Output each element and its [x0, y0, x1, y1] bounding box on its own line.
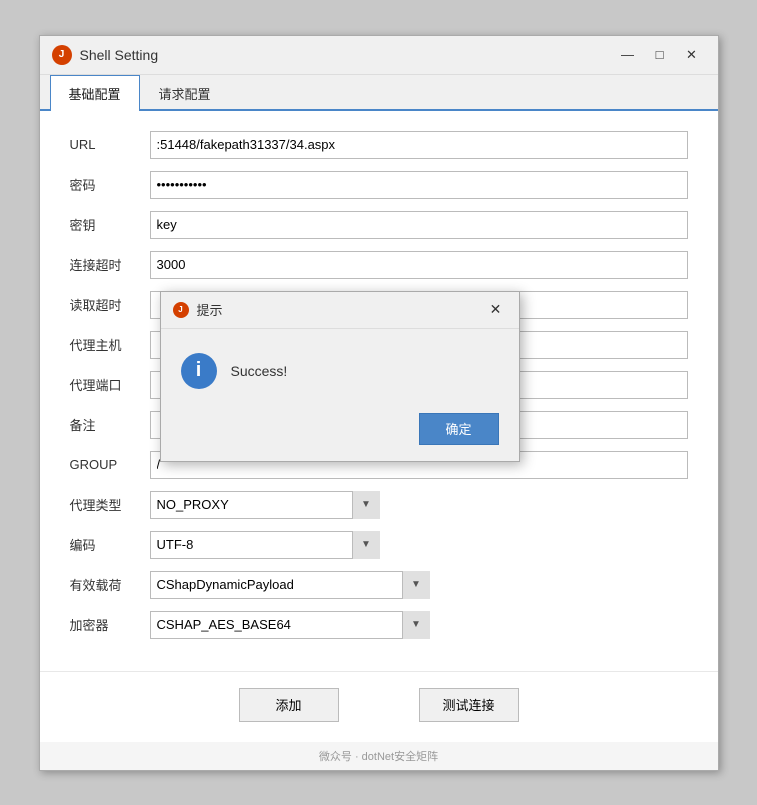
- dialog-close-button[interactable]: ✕: [485, 299, 507, 321]
- tabs-bar: 基础配置 请求配置: [40, 75, 718, 111]
- key-input[interactable]: [150, 211, 688, 239]
- payload-row: 有效载荷 CShapDynamicPayload JavaDynamicPayl…: [70, 571, 688, 599]
- connect-timeout-row: 连接超时: [70, 251, 688, 279]
- minimize-button[interactable]: —: [614, 44, 642, 66]
- add-button[interactable]: 添加: [239, 688, 339, 722]
- proxy-type-row: 代理类型 NO_PROXY HTTP SOCKS5 ▼: [70, 491, 688, 519]
- tab-request-config[interactable]: 请求配置: [140, 75, 230, 111]
- window-title: Shell Setting: [80, 47, 159, 63]
- encoder-row: 加密器 CSHAP_AES_BASE64 RAW ▼: [70, 611, 688, 639]
- payload-select-wrapper: CShapDynamicPayload JavaDynamicPayload ▼: [150, 571, 430, 599]
- dialog-titlebar: J 提示 ✕: [161, 292, 519, 329]
- encoding-select[interactable]: UTF-8 GBK ASCII: [150, 531, 380, 559]
- title-bar-controls: — □ ✕: [614, 44, 706, 66]
- watermark: 微众号 · dotNet安全矩阵: [40, 742, 718, 770]
- info-icon: i: [181, 353, 217, 389]
- url-row: URL: [70, 131, 688, 159]
- test-connection-button[interactable]: 测试连接: [419, 688, 519, 722]
- key-label: 密钥: [70, 215, 150, 234]
- java-icon: J: [52, 45, 72, 65]
- success-dialog: J 提示 ✕ i Success! 确定: [160, 291, 520, 462]
- connect-timeout-input[interactable]: [150, 251, 688, 279]
- dialog-overlay: J 提示 ✕ i Success! 确定: [160, 291, 520, 462]
- payload-select[interactable]: CShapDynamicPayload JavaDynamicPayload: [150, 571, 430, 599]
- connect-timeout-label: 连接超时: [70, 255, 150, 274]
- encoder-select[interactable]: CSHAP_AES_BASE64 RAW: [150, 611, 430, 639]
- proxy-host-label: 代理主机: [70, 335, 150, 354]
- dialog-java-icon: J: [173, 302, 189, 318]
- title-bar: J Shell Setting — □ ✕: [40, 36, 718, 75]
- password-row: 密码: [70, 171, 688, 199]
- bottom-buttons: 添加 测试连接: [40, 671, 718, 742]
- proxy-type-select-wrapper: NO_PROXY HTTP SOCKS5 ▼: [150, 491, 380, 519]
- main-window: J Shell Setting — □ ✕ 基础配置 请求配置 URL 密码: [39, 35, 719, 771]
- remark-label: 备注: [70, 415, 150, 434]
- close-button[interactable]: ✕: [678, 44, 706, 66]
- dialog-title: 提示: [197, 300, 223, 319]
- encoding-row: 编码 UTF-8 GBK ASCII ▼: [70, 531, 688, 559]
- password-input[interactable]: [150, 171, 688, 199]
- url-label: URL: [70, 137, 150, 152]
- proxy-type-label: 代理类型: [70, 495, 150, 514]
- group-label: GROUP: [70, 457, 150, 472]
- window-body: URL 密码 密钥 连接超时 读取超时: [40, 111, 718, 742]
- maximize-button[interactable]: □: [646, 44, 674, 66]
- payload-label: 有效载荷: [70, 575, 150, 594]
- encoder-select-wrapper: CSHAP_AES_BASE64 RAW ▼: [150, 611, 430, 639]
- encoding-select-wrapper: UTF-8 GBK ASCII ▼: [150, 531, 380, 559]
- dialog-footer: 确定: [161, 405, 519, 461]
- title-bar-left: J Shell Setting: [52, 45, 159, 65]
- proxy-type-select[interactable]: NO_PROXY HTTP SOCKS5: [150, 491, 380, 519]
- password-label: 密码: [70, 175, 150, 194]
- tab-basic-config[interactable]: 基础配置: [50, 75, 140, 111]
- dialog-confirm-button[interactable]: 确定: [419, 413, 499, 445]
- encoder-label: 加密器: [70, 615, 150, 634]
- dialog-message: Success!: [231, 363, 288, 379]
- proxy-port-label: 代理端口: [70, 375, 150, 394]
- encoding-label: 编码: [70, 535, 150, 554]
- dialog-titlebar-left: J 提示: [173, 300, 223, 319]
- key-row: 密钥: [70, 211, 688, 239]
- read-timeout-label: 读取超时: [70, 295, 150, 314]
- dialog-body: i Success!: [161, 329, 519, 405]
- url-input[interactable]: [150, 131, 688, 159]
